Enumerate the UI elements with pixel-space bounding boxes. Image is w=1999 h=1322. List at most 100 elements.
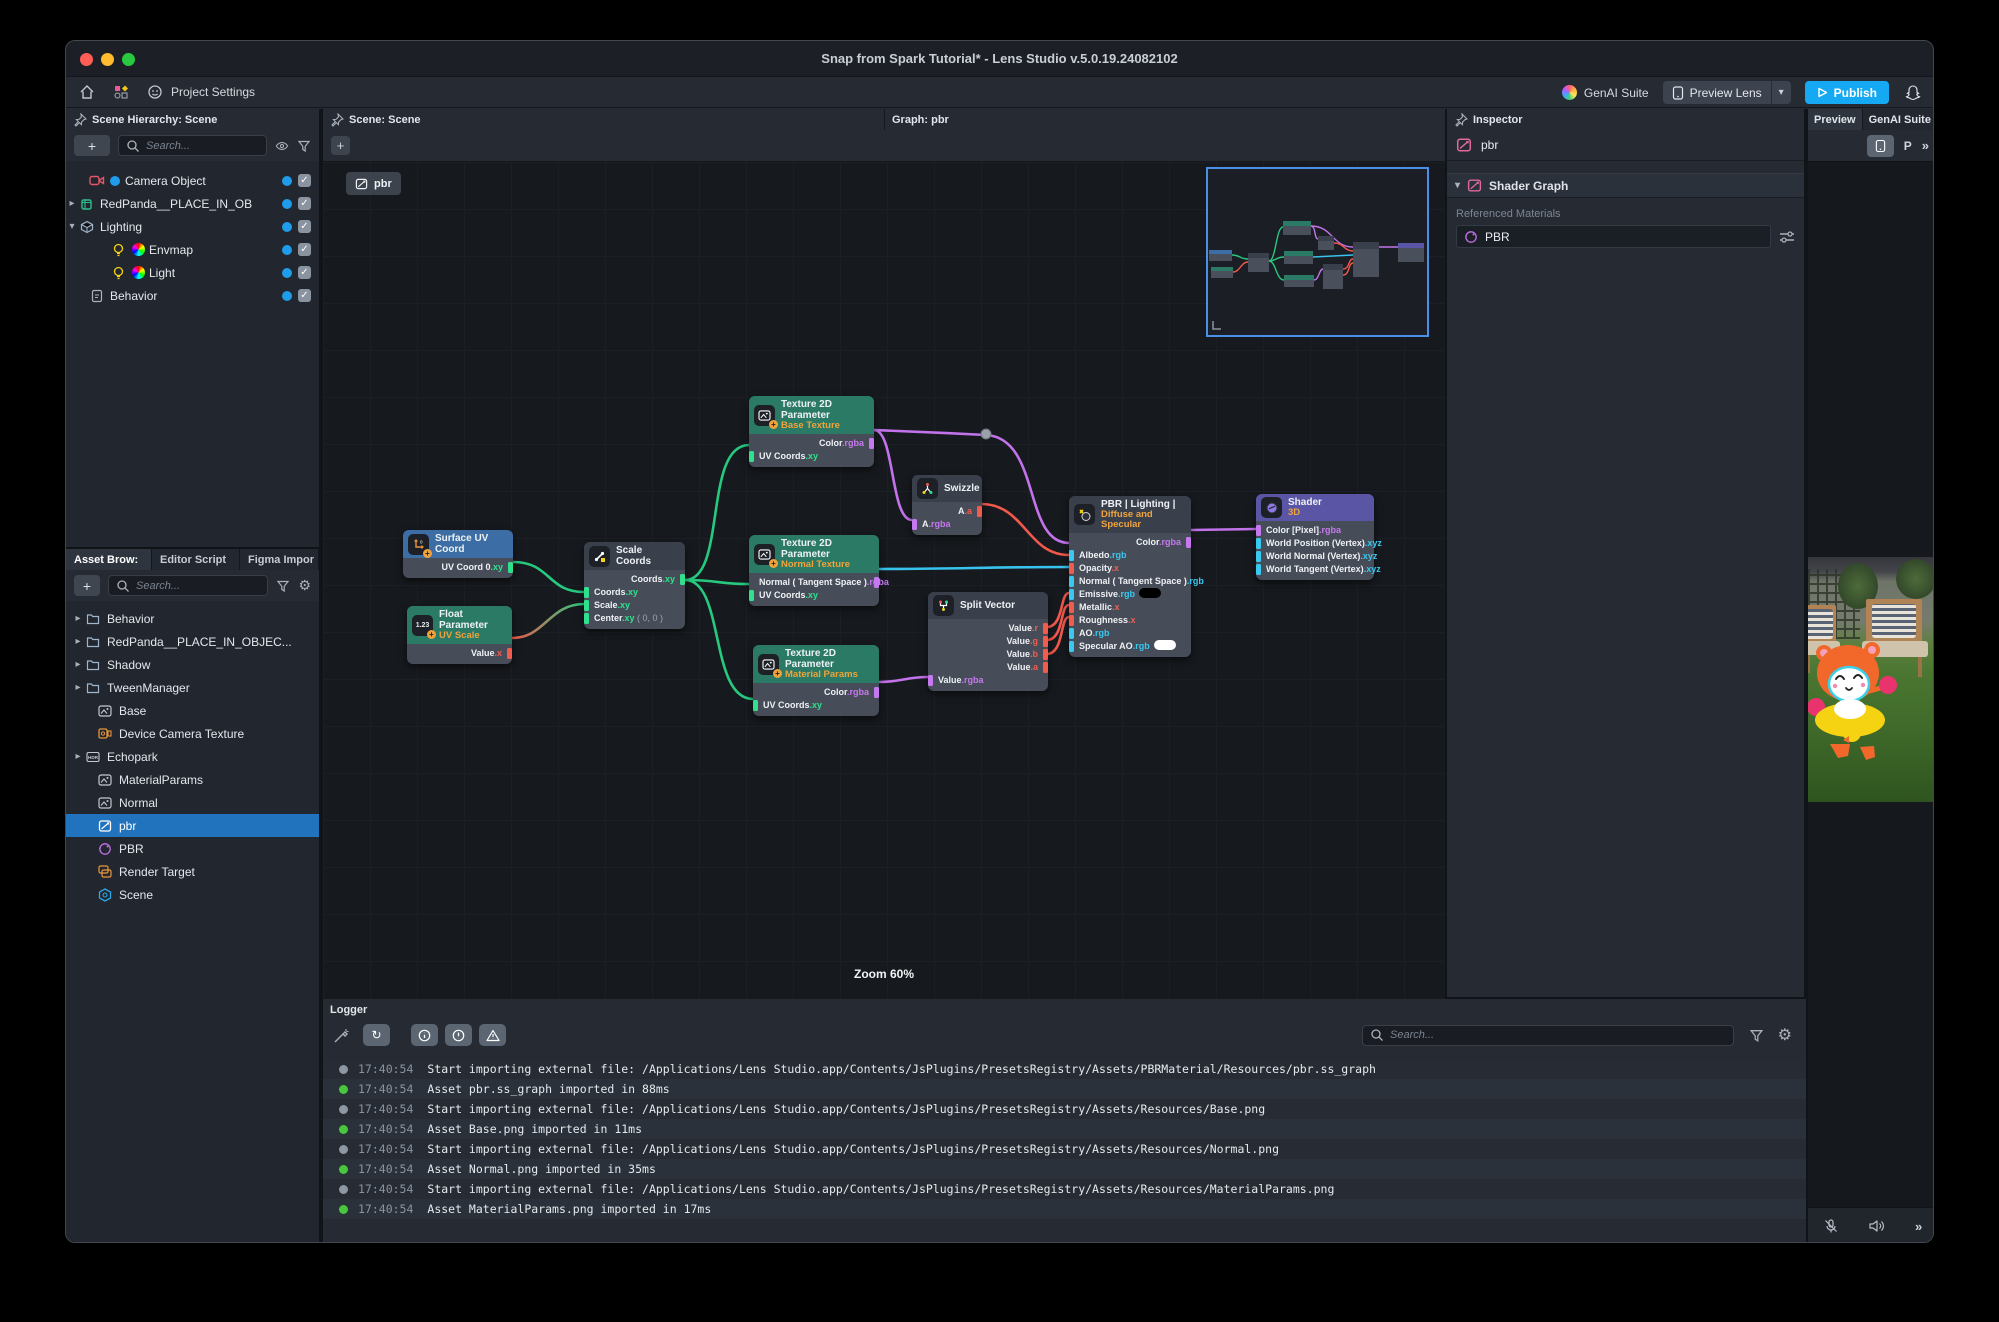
- gear-icon[interactable]: ⚙: [298, 577, 311, 594]
- asset-materialparams[interactable]: MaterialParams: [66, 768, 319, 791]
- log-entry[interactable]: 17:40:54Start importing external file: /…: [323, 1099, 1806, 1119]
- port-coords-out[interactable]: Coords.xy: [584, 573, 685, 586]
- hierarchy-item-light[interactable]: Light ✓: [66, 261, 319, 284]
- port-metallic[interactable]: Metallic.x: [1069, 601, 1191, 614]
- log-entry[interactable]: 17:40:54Start importing external file: /…: [323, 1139, 1806, 1159]
- shader-graph-section-header[interactable]: ▾ Shader Graph: [1447, 173, 1804, 198]
- port-normal-out[interactable]: Normal ( Tangent Space ).rgba: [749, 576, 879, 589]
- node-surface-uv-coord[interactable]: 0+ Surface UV Coord UV Coord 0.xy: [403, 530, 513, 578]
- node-scale-coords[interactable]: Scale Coords Coords.xy Coords.xy Scale.x…: [584, 542, 685, 629]
- add-asset-button[interactable]: +: [74, 575, 100, 596]
- asset-device-camera-texture[interactable]: Device Camera Texture: [66, 722, 319, 745]
- port-roughness[interactable]: Roughness.x: [1069, 614, 1191, 627]
- genai-suite-button[interactable]: GenAI Suite: [1562, 85, 1649, 100]
- graph-minimap[interactable]: [1206, 167, 1429, 337]
- asset-echopark[interactable]: ▸HDR Echopark: [66, 745, 319, 768]
- port-coords-in[interactable]: Coords.xy: [584, 586, 685, 599]
- my-lenses-icon[interactable]: [112, 83, 130, 101]
- tab-preview[interactable]: Preview: [1808, 109, 1863, 130]
- project-settings-button[interactable]: Project Settings: [146, 83, 255, 101]
- visibility-icon[interactable]: [275, 139, 289, 153]
- enabled-checkbox[interactable]: ✓: [298, 174, 311, 187]
- port-uv-coords-in[interactable]: UV Coords.xy: [749, 450, 874, 463]
- filter-icon[interactable]: [276, 579, 290, 593]
- log-entry[interactable]: 17:40:54Start importing external file: /…: [323, 1179, 1806, 1199]
- pause-label[interactable]: P: [1904, 139, 1912, 153]
- port-value-in[interactable]: Value.rgba: [928, 674, 1048, 687]
- tab-scene[interactable]: Scene: Scene: [323, 109, 885, 130]
- port-world-tangent[interactable]: World Tangent (Vertex).xyz: [1256, 563, 1374, 576]
- asset-scene[interactable]: Scene: [66, 883, 319, 906]
- port-opacity[interactable]: Opacity.x: [1069, 562, 1191, 575]
- port-world-normal[interactable]: World Normal (Vertex).xyz: [1256, 550, 1374, 563]
- hierarchy-item-envmap[interactable]: Envmap ✓: [66, 238, 319, 261]
- port-ao[interactable]: AO.rgb: [1069, 627, 1191, 640]
- node-split-vector[interactable]: Split Vector Value.r Value.g Value.b Val…: [928, 592, 1048, 691]
- expand-chevron[interactable]: ▸: [66, 198, 78, 209]
- tab-asset-browser[interactable]: Asset Brow:: [66, 549, 152, 570]
- error-filter-button[interactable]: [479, 1024, 506, 1046]
- add-object-button[interactable]: +: [74, 135, 110, 156]
- port-center-in[interactable]: Center.xy ( 0, 0 ): [584, 612, 685, 625]
- port-uv-coords-in[interactable]: UV Coords.xy: [753, 699, 879, 712]
- shader-graph-canvas[interactable]: pbr 0+ Surface UV Coord UV Coord 0.xy 1.…: [323, 162, 1445, 999]
- port-value-a[interactable]: Value.a: [928, 661, 1048, 674]
- port-value-g[interactable]: Value.g: [928, 635, 1048, 648]
- collapse-panel-icon[interactable]: »: [1915, 1219, 1920, 1234]
- asset-render-target[interactable]: Render Target: [66, 860, 319, 883]
- port-color-out[interactable]: Color.rgba: [753, 686, 879, 699]
- port-color-out[interactable]: Color.rgba: [749, 437, 874, 450]
- port-scale-in[interactable]: Scale.xy: [584, 599, 685, 612]
- node-float-parameter[interactable]: 1.23+ Float ParameterUV Scale Value.x: [407, 606, 512, 664]
- enabled-checkbox[interactable]: ✓: [298, 289, 311, 302]
- graph-breadcrumb[interactable]: pbr: [346, 172, 401, 195]
- preview-lens-button[interactable]: Preview Lens ▾: [1663, 81, 1791, 104]
- pin-icon[interactable]: [1454, 113, 1468, 127]
- logger-search-input[interactable]: Search...: [1362, 1025, 1734, 1046]
- speaker-icon[interactable]: [1868, 1218, 1885, 1234]
- port-a-out[interactable]: A.a: [912, 505, 982, 518]
- collapse-panel-icon[interactable]: »: [1922, 138, 1927, 153]
- device-preview-button[interactable]: [1867, 135, 1894, 157]
- filter-icon[interactable]: [297, 139, 311, 153]
- node-texture-base[interactable]: + Texture 2D ParameterBase Texture Color…: [749, 396, 874, 467]
- collapse-chevron[interactable]: ▾: [66, 221, 78, 232]
- material-options-icon[interactable]: [1779, 230, 1795, 244]
- port-value-r[interactable]: Value.r: [928, 622, 1048, 635]
- referenced-material-field[interactable]: PBR: [1456, 225, 1771, 248]
- asset-pbr-material[interactable]: PBR: [66, 837, 319, 860]
- tab-genai-suite[interactable]: GenAI Suite: [1863, 109, 1934, 130]
- asset-folder-redpanda[interactable]: ▸ RedPanda__PLACE_IN_OBJEC...: [66, 630, 319, 653]
- port-value[interactable]: Value.x: [407, 647, 512, 660]
- filter-icon[interactable]: [1749, 1028, 1764, 1043]
- pin-icon[interactable]: [73, 113, 87, 127]
- snapchat-ghost-icon[interactable]: [1903, 83, 1923, 103]
- enabled-checkbox[interactable]: ✓: [298, 243, 311, 256]
- port-uv-coord-0[interactable]: UV Coord 0.xy: [403, 561, 513, 574]
- publish-button[interactable]: Publish: [1805, 81, 1889, 104]
- lens-preview-image[interactable]: [1808, 557, 1934, 802]
- port-specular-ao[interactable]: Specular AO.rgb: [1069, 640, 1191, 653]
- add-tab-button[interactable]: +: [331, 136, 350, 155]
- hierarchy-search-input[interactable]: Search...: [118, 135, 267, 156]
- asset-folder-tweenmanager[interactable]: ▸ TweenManager: [66, 676, 319, 699]
- node-texture-material-params[interactable]: + Texture 2D ParameterMaterial Params Co…: [753, 645, 879, 716]
- hierarchy-item-behavior[interactable]: Behavior ✓: [66, 284, 319, 307]
- port-a-in[interactable]: A.rgba: [912, 518, 982, 531]
- node-swizzle[interactable]: Swizzle A.a A.rgba: [912, 475, 982, 535]
- port-value-b[interactable]: Value.b: [928, 648, 1048, 661]
- enabled-checkbox[interactable]: ✓: [298, 220, 311, 233]
- preview-lens-dropdown[interactable]: ▾: [1772, 87, 1791, 98]
- minimize-window-button[interactable]: [101, 53, 114, 66]
- tab-figma-importer[interactable]: Figma Impor: [240, 549, 319, 570]
- asset-folder-shadow[interactable]: ▸ Shadow: [66, 653, 319, 676]
- node-shader-output[interactable]: Shader3D Color [Pixel].rgba World Positi…: [1256, 494, 1374, 580]
- enabled-checkbox[interactable]: ✓: [298, 266, 311, 279]
- tab-graph[interactable]: Graph: pbr: [885, 109, 956, 130]
- asset-search-input[interactable]: Search...: [108, 575, 268, 596]
- clear-log-icon[interactable]: [333, 1027, 350, 1044]
- log-entry[interactable]: 17:40:54Asset Base.png imported in 11ms: [323, 1119, 1806, 1139]
- log-entry[interactable]: 17:40:54Start importing external file: /…: [323, 1059, 1806, 1079]
- log-entry[interactable]: 17:40:54Asset pbr.ss_graph imported in 8…: [323, 1079, 1806, 1099]
- port-normal[interactable]: Normal ( Tangent Space ).rgb: [1069, 575, 1191, 588]
